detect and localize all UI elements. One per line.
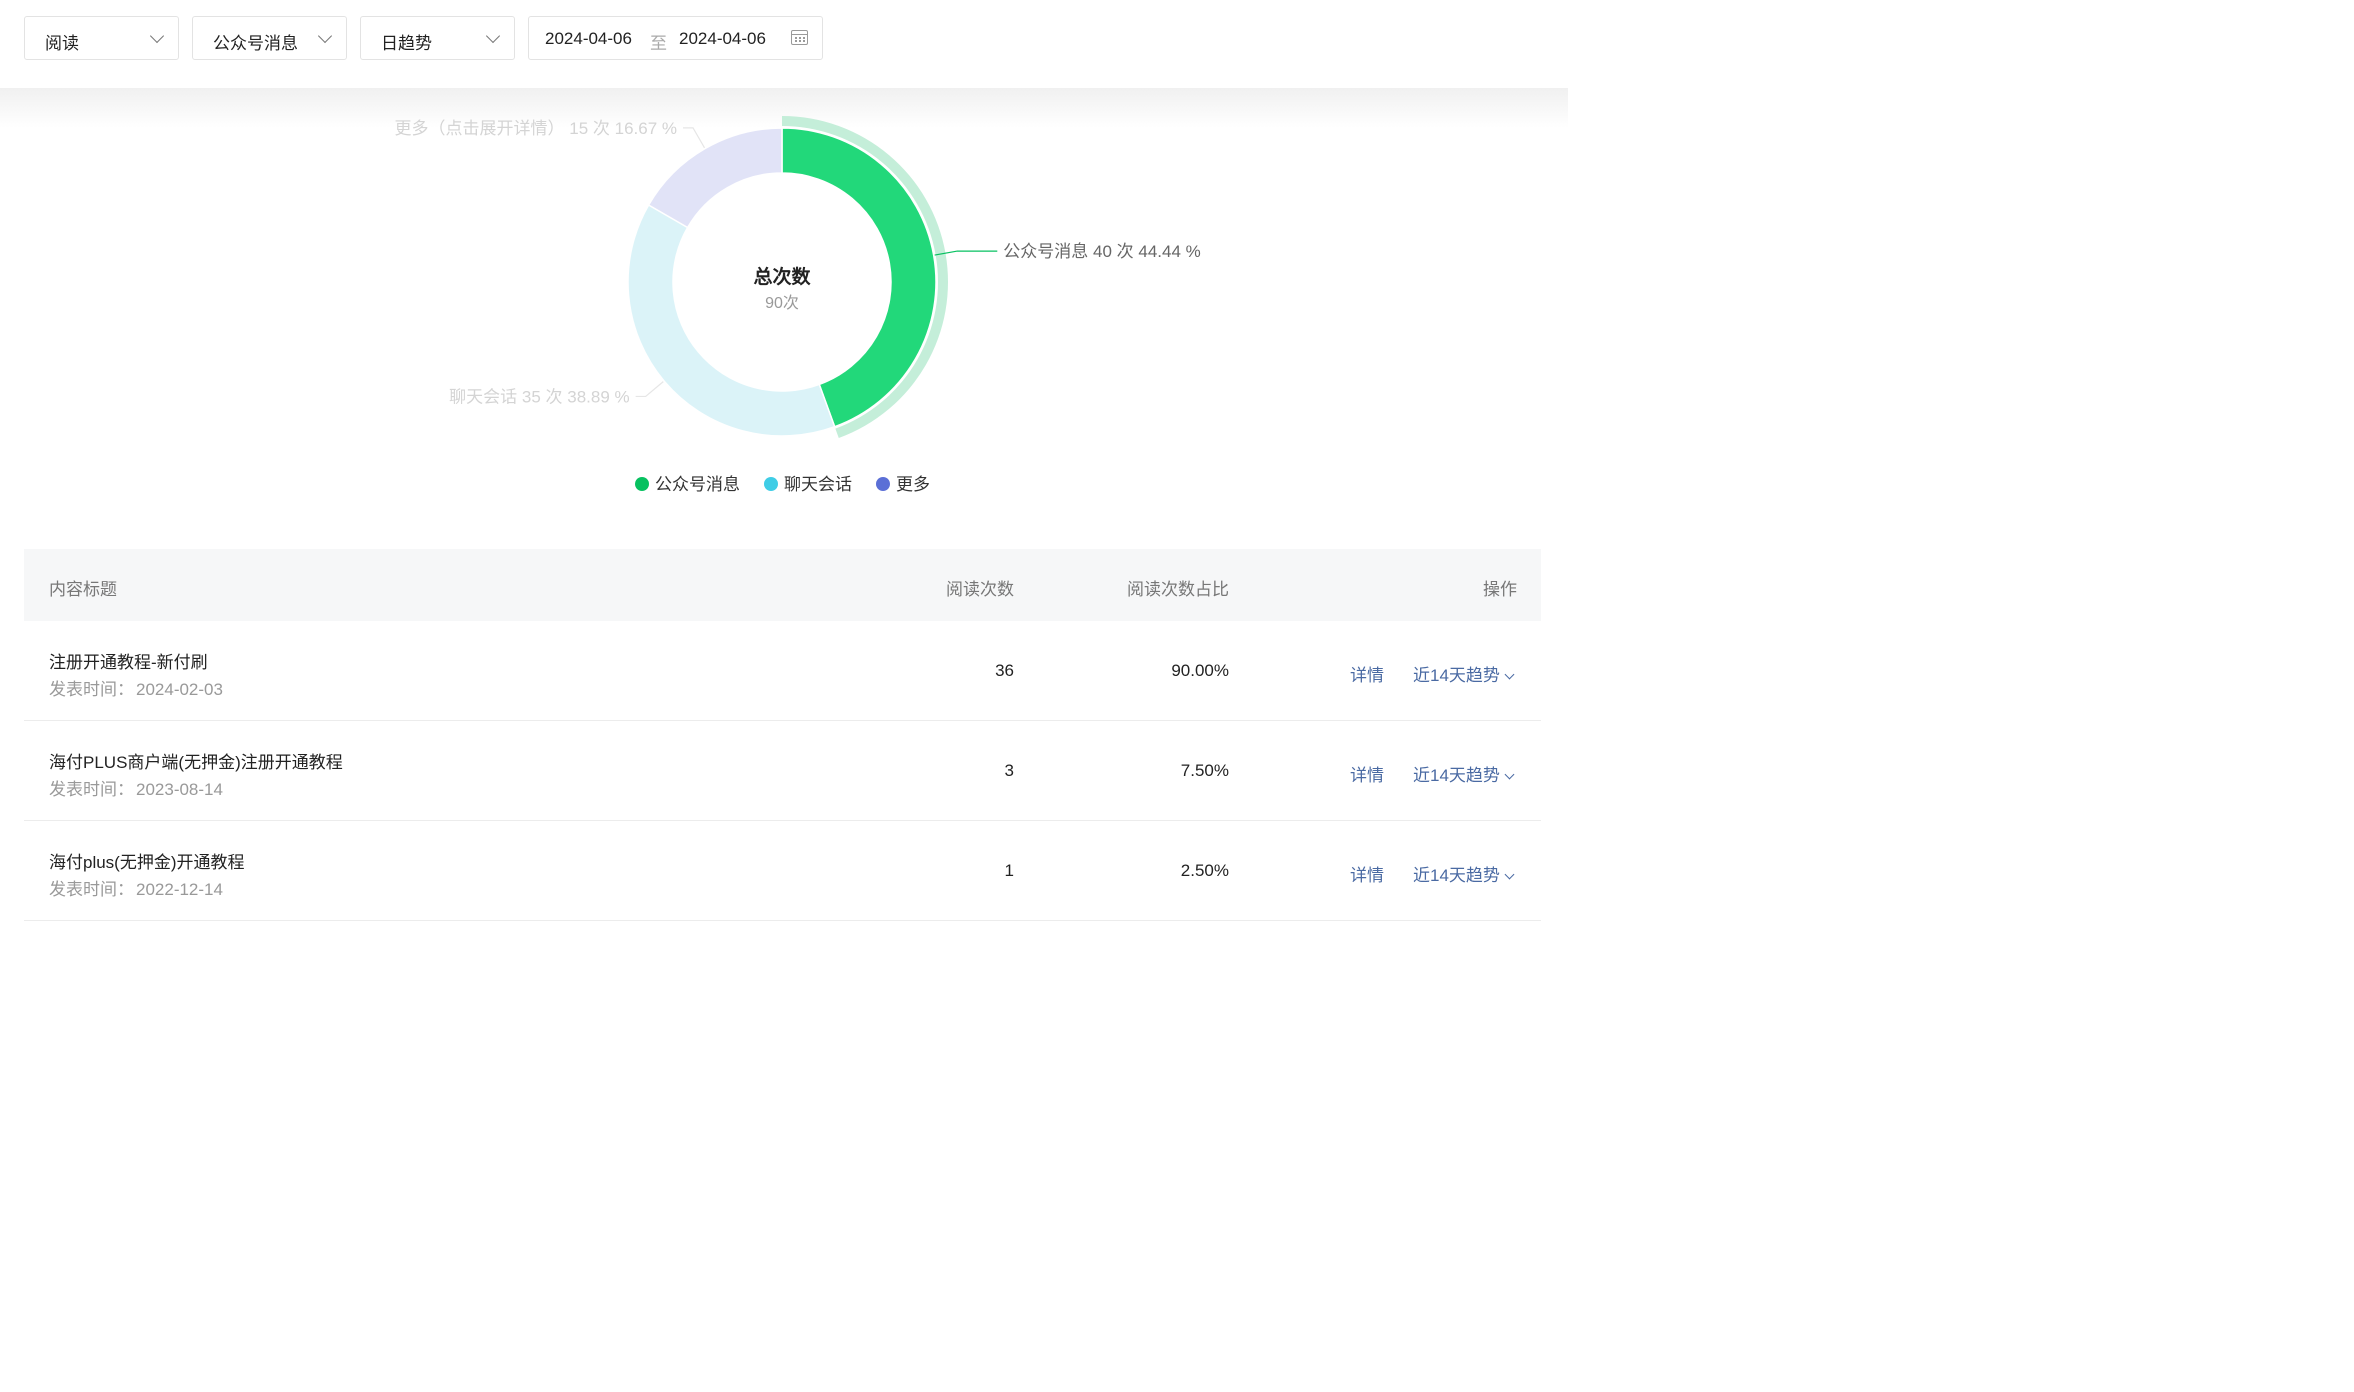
chevron-down-icon [1504,769,1515,780]
trend-select[interactable]: 日趋势 [360,16,515,60]
filter-bar: 阅读 公众号消息 日趋势 2024-04-06 至 2024-04-06 [0,0,1568,88]
slice-label: 更多（点击展开详情） 15 次 16.67 % [395,119,677,138]
donut-slice[interactable] [627,203,836,437]
chevron-down-icon [317,28,333,44]
chevron-down-icon [149,28,165,44]
slice-leader-line [683,127,706,149]
slice-leader-line [635,381,664,398]
header-action: 操作 [1483,580,1517,599]
metric-select[interactable]: 阅读 [24,16,179,60]
legend-item[interactable]: 聊天会话 [764,475,852,494]
trend-dropdown[interactable]: 近14天趋势 [1413,861,1515,886]
legend-marker [876,477,890,491]
legend-label: 公众号消息 [655,475,740,494]
legend-label: 聊天会话 [784,475,852,494]
chevron-down-icon [1504,869,1515,880]
header-reads: 阅读次数 [946,580,1014,599]
row-ratio: 7.50% [1180,761,1229,780]
donut-slice[interactable] [647,127,783,229]
row-date: 发表时间： 2023-08-14 [49,775,223,800]
row-title: 海付PLUS商户端(无押金)注册开通教程 [49,753,343,772]
source-select[interactable]: 公众号消息 [192,16,347,60]
trend-dropdown-label: 近14天趋势 [1413,666,1500,685]
legend-marker [764,477,778,491]
table-row: 注册开通教程-新付刷 发表时间： 2024-02-03 36 90.00% 详情 … [24,621,1541,721]
row-date-value: 2024-02-03 [136,680,223,699]
row-date-label: 发表时间： [49,780,134,799]
legend-marker [635,477,649,491]
start-date-input[interactable]: 2024-04-06 [545,29,632,49]
table-row: 海付plus(无押金)开通教程 发表时间： 2022-12-14 1 2.50% … [24,821,1541,921]
trend-dropdown[interactable]: 近14天趋势 [1413,761,1515,786]
trend-select-value: 日趋势 [381,34,432,53]
donut-chart: 公众号消息 40 次 44.44 % 聊天会话 35 次 38.89 % 更多（点击… [395,116,1201,494]
legend-item[interactable]: 更多 [876,475,930,494]
header-ratio: 阅读次数占比 [1127,580,1229,599]
legend-label: 更多 [896,475,930,494]
content-table: 内容标题 阅读次数 阅读次数占比 操作 注册开通教程-新付刷 发表时间： 2024… [24,549,1541,921]
trend-dropdown[interactable]: 近14天趋势 [1413,661,1515,686]
trend-dropdown-label: 近14天趋势 [1413,766,1500,785]
row-title: 注册开通教程-新付刷 [49,653,208,672]
table-header: 内容标题 阅读次数 阅读次数占比 操作 [24,549,1541,621]
row-date-label: 发表时间： [49,880,134,899]
chart-center-value: 90次 [765,294,799,312]
chart-center-title: 总次数 [753,265,811,288]
row-reads: 1 [1004,861,1014,880]
row-title: 海付plus(无押金)开通教程 [49,853,245,872]
chevron-down-icon [1504,669,1515,680]
row-reads: 36 [995,661,1014,680]
row-reads: 3 [1004,761,1014,780]
header-title: 内容标题 [49,580,117,599]
detail-link[interactable]: 详情 [1350,761,1384,786]
row-ratio: 2.50% [1180,861,1229,880]
table-row: 海付PLUS商户端(无押金)注册开通教程 发表时间： 2023-08-14 3 7… [24,721,1541,821]
trend-dropdown-label: 近14天趋势 [1413,866,1500,885]
chart-legend: 公众号消息 聊天会话 更多 [635,475,930,494]
row-date-label: 发表时间： [49,680,134,699]
row-ratio: 90.00% [1171,661,1229,680]
date-range-picker[interactable]: 2024-04-06 至 2024-04-06 [528,16,823,60]
legend-item[interactable]: 公众号消息 [635,475,740,494]
row-date: 发表时间： 2022-12-14 [49,875,223,900]
metric-select-value: 阅读 [45,34,79,53]
detail-link[interactable]: 详情 [1350,861,1384,886]
slice-label: 聊天会话 35 次 38.89 % [449,387,629,406]
detail-link[interactable]: 详情 [1350,661,1384,686]
calendar-icon[interactable] [791,30,808,45]
row-date-value: 2022-12-14 [136,880,223,899]
source-select-value: 公众号消息 [213,34,298,53]
slice-label: 公众号消息 40 次 44.44 % [1003,242,1200,261]
chevron-down-icon [485,28,501,44]
end-date-input[interactable]: 2024-04-06 [679,29,766,49]
row-date: 发表时间： 2024-02-03 [49,675,223,700]
date-separator: 至 [650,34,667,53]
row-date-value: 2023-08-14 [136,780,223,799]
